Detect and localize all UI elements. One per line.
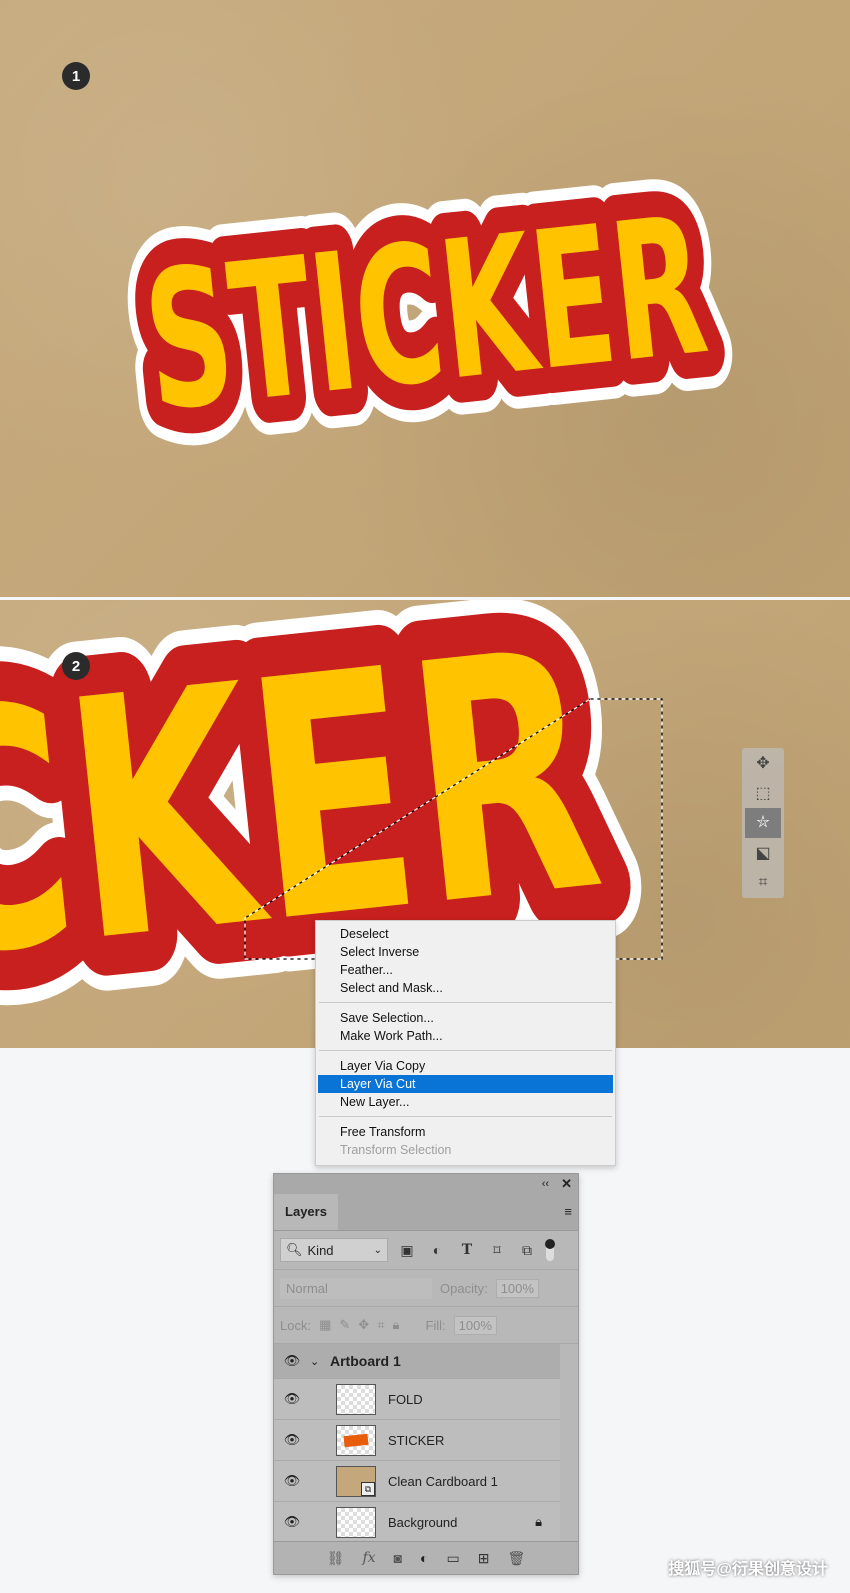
opacity-field: 100% — [495, 1278, 539, 1298]
layer-row[interactable]: 👁︎ Background 🔒︎ — [274, 1502, 560, 1543]
layer-name: Background — [388, 1514, 458, 1530]
sticker-artwork: STICKER STICKER STICKER — [97, 137, 753, 491]
add-mask-icon[interactable]: ◙ — [394, 1550, 402, 1566]
menu-divider — [319, 1050, 612, 1051]
type-filter-icon[interactable]: T — [456, 1242, 478, 1258]
layer-thumbnail — [336, 1506, 376, 1538]
panel-menu-icon[interactable]: ≡ — [564, 1204, 572, 1219]
new-group-icon[interactable]: ▭ — [447, 1550, 460, 1567]
new-layer-icon[interactable]: ⊞ — [478, 1550, 490, 1567]
lock-transparent-icon: ▦ — [319, 1317, 332, 1332]
menu-item-feather[interactable]: Feather... — [318, 961, 613, 979]
eye-icon[interactable]: 👁︎ — [274, 1432, 310, 1448]
lock-artboard-icon: ⌗ — [377, 1317, 385, 1332]
chevron-down-icon[interactable]: ⌄ — [310, 1355, 330, 1368]
polygonal-lasso-icon[interactable]: ⛦ — [745, 808, 781, 838]
menu-divider — [319, 1116, 612, 1117]
layer-row[interactable]: 👁︎ ⧉ Clean Cardboard 1 — [274, 1461, 560, 1502]
menu-item-save-selection[interactable]: Save Selection... — [318, 1009, 613, 1027]
search-icon: 🔍︎ — [286, 1242, 303, 1257]
layer-thumbnail: ⧉ — [336, 1465, 376, 1497]
step-badge: 2 — [62, 652, 90, 680]
marquee-icon[interactable]: ⬚ — [742, 778, 784, 808]
menu-item-transform-selection: Transform Selection — [340, 1143, 452, 1157]
layer-row[interactable]: 👁︎ STICKER — [274, 1420, 560, 1461]
layer-name: FOLD — [388, 1391, 423, 1407]
filter-toggle[interactable] — [545, 1239, 555, 1261]
menu-item-layer-via-cut[interactable]: Layer Via Cut — [318, 1075, 613, 1093]
tab-layers[interactable]: Layers — [274, 1194, 338, 1230]
pixel-filter-icon[interactable]: ▣ — [396, 1242, 418, 1259]
lock-icon: 🔒︎ — [535, 1514, 542, 1529]
lock-label: Lock: — [280, 1317, 312, 1333]
menu-item-select-and-mask[interactable]: Select and Mask... — [318, 979, 613, 997]
fill-field: 100% — [453, 1315, 497, 1335]
menu-item-make-work-path[interactable]: Make Work Path... — [318, 1027, 613, 1045]
tools-panel: ✥ ⬚ ⛦ ⬕ ⌗ — [742, 748, 784, 898]
trash-icon[interactable]: 🗑︎ — [507, 1550, 525, 1567]
lock-brush-icon: ✎ — [339, 1317, 351, 1332]
menu-item-layer-via-copy[interactable]: Layer Via Copy — [318, 1057, 613, 1075]
collapse-icon[interactable]: ‹‹ — [542, 1178, 549, 1190]
layer-name: STICKER — [388, 1432, 445, 1448]
close-icon[interactable]: ✕ — [561, 1176, 572, 1192]
opacity-label: Opacity: — [440, 1280, 488, 1296]
menu-divider — [319, 1002, 612, 1003]
menu-item-select-inverse[interactable]: Select Inverse — [318, 943, 613, 961]
watermark: 搜狐号@衍果创意设计 — [668, 1561, 828, 1578]
shape-filter-icon[interactable]: ⌑ — [486, 1242, 508, 1259]
object-select-icon[interactable]: ⬕ — [742, 838, 784, 868]
lock-move-icon: ✥ — [358, 1317, 370, 1332]
filter-kind-value: Kind — [307, 1242, 334, 1258]
move-icon[interactable]: ✥ — [742, 748, 784, 778]
smart-object-filter-icon[interactable]: ⧉ — [516, 1242, 538, 1259]
layer-name: Clean Cardboard 1 — [388, 1473, 498, 1489]
chevron-down-icon: ⌄ — [373, 1244, 382, 1256]
eye-icon[interactable]: 👁︎ — [274, 1391, 310, 1407]
eye-icon[interactable]: 👁︎ — [274, 1353, 310, 1369]
layer-row[interactable]: 👁︎ FOLD — [274, 1379, 560, 1420]
filter-kind-select[interactable]: 🔍︎ Kind ⌄ — [280, 1238, 388, 1262]
smart-object-icon: ⧉ — [361, 1481, 375, 1496]
layers-panel: ‹‹ ✕ Layers ≡ 🔍︎ Kind ⌄ ▣ ◐ T ⌑ ⧉ Normal… — [273, 1173, 579, 1575]
lock-all-icon: 🔒︎ — [392, 1317, 400, 1332]
artboard-row[interactable]: 👁︎ ⌄ Artboard 1 — [274, 1344, 560, 1379]
adjustment-filter-icon[interactable]: ◐ — [426, 1242, 448, 1258]
blend-mode-select: Normal — [280, 1277, 432, 1299]
context-menu: Deselect Select Inverse Feather... Selec… — [315, 920, 616, 1166]
fx-icon[interactable]: fx — [363, 1550, 376, 1566]
fill-label: Fill: — [425, 1317, 446, 1333]
artboard-name: Artboard 1 — [330, 1353, 401, 1369]
layer-thumbnail — [336, 1424, 376, 1456]
crop-icon[interactable]: ⌗ — [742, 868, 784, 898]
menu-item-free-transform[interactable]: Free Transform — [318, 1123, 613, 1141]
eye-icon[interactable]: 👁︎ — [274, 1514, 310, 1530]
link-layers-icon[interactable]: ⛓︎ — [327, 1550, 345, 1567]
sticker-text: STICKER — [135, 175, 715, 453]
menu-item-new-layer[interactable]: New Layer... — [318, 1093, 613, 1111]
menu-item-deselect[interactable]: Deselect — [318, 925, 613, 943]
eye-icon[interactable]: 👁︎ — [274, 1473, 310, 1489]
adjustment-layer-icon[interactable]: ◐ — [420, 1550, 428, 1566]
step1-canvas: 1 STICKER STICKER STICKER — [0, 0, 850, 597]
layer-thumbnail — [336, 1383, 376, 1415]
